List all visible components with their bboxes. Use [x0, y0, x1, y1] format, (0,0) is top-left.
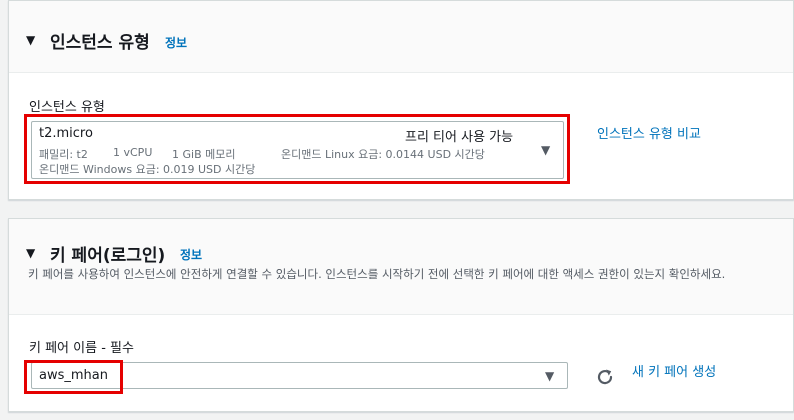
dropdown-arrow-icon: ▼ [545, 369, 555, 383]
instance-memory: 1 GiB 메모리 [172, 148, 236, 161]
create-key-pair-link[interactable]: 새 키 페어 생성 [632, 361, 716, 380]
instance-type-field-label: 인스턴스 유형 [29, 100, 105, 115]
instance-type-info-link[interactable]: 정보 [165, 34, 187, 51]
instance-vcpu: 1 vCPU [113, 146, 153, 159]
refresh-icon[interactable] [594, 366, 616, 388]
collapse-caret-icon[interactable]: ▼ [26, 33, 35, 47]
instance-type-name: t2.micro [39, 126, 93, 141]
instance-family: 패밀리: t2 [39, 148, 88, 161]
dropdown-arrow-icon: ▼ [541, 143, 551, 157]
compare-instance-types-link[interactable]: 인스턴스 유형 비교 [597, 123, 701, 142]
key-pair-field-label: 키 페어 이름 - 필수 [29, 341, 134, 356]
key-pair-value: aws_mhan [39, 368, 108, 383]
linux-price: 온디맨드 Linux 요금: 0.0144 USD 시간당 [281, 148, 485, 161]
windows-price: 온디맨드 Windows 요금: 0.019 USD 시간당 [39, 163, 256, 176]
free-tier-badge: 프리 티어 사용 가능 [405, 130, 514, 145]
collapse-caret-icon[interactable]: ▼ [26, 246, 35, 260]
instance-type-select[interactable]: t2.micro 프리 티어 사용 가능 패밀리: t2 1 vCPU 1 Gi… [31, 121, 564, 179]
key-pair-description: 키 페어를 사용하여 인스턴스에 안전하게 연결할 수 있습니다. 인스턴스를 … [28, 267, 726, 281]
instance-type-title: 인스턴스 유형 [50, 33, 150, 53]
key-pair-info-link[interactable]: 정보 [180, 246, 202, 263]
key-pair-select[interactable]: aws_mhan ▼ [31, 362, 568, 389]
key-pair-title: 키 페어(로그인) [50, 246, 166, 266]
